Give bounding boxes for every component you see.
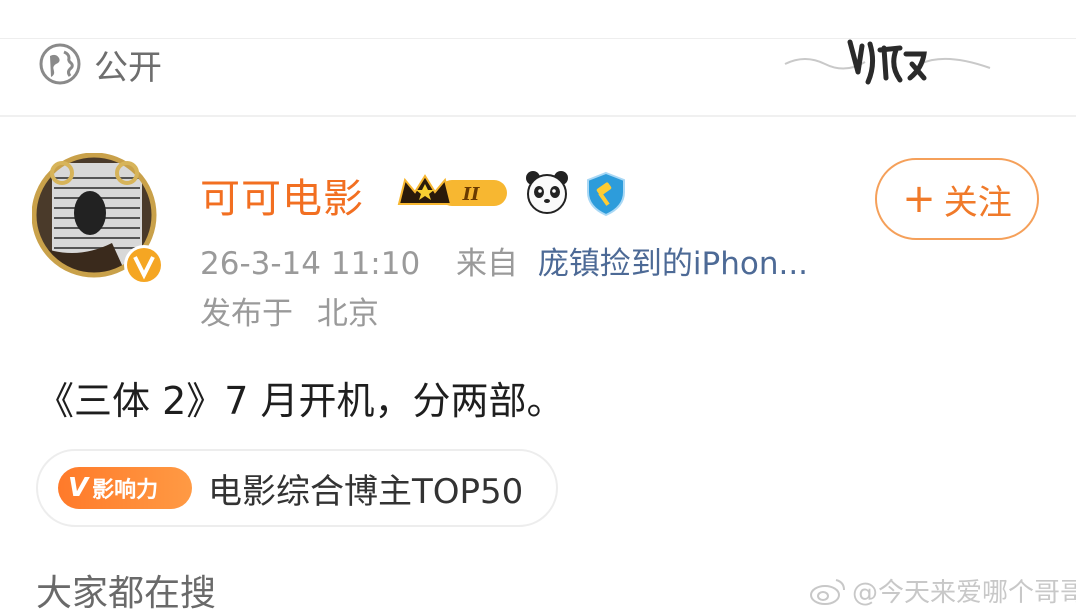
influence-tag-label: 电影综合博主TOP50 [208, 471, 524, 512]
influence-badge-text: 影响力 [92, 478, 159, 503]
post-meta: 26-3-14 11:10 来自 庞镇捡到的iPhon... [200, 238, 808, 283]
weibo-logo-icon [810, 578, 845, 605]
verified-shield-icon [587, 171, 625, 217]
post-location: 发布于 北京 [200, 288, 379, 333]
location-prefix: 发布于 [200, 296, 293, 332]
panda-icon [526, 171, 568, 214]
member-crown-icon: II [397, 174, 507, 206]
influence-badge: V 影响力 [58, 467, 192, 509]
decorative-calligraphy-icon [784, 39, 991, 85]
v-icon: V [68, 473, 89, 503]
level-badge-text: II [462, 184, 480, 205]
avatar[interactable] [32, 153, 166, 287]
trending-search-title: 大家都在搜 [36, 573, 217, 614]
source-device-link[interactable]: 庞镇捡到的iPhon... [538, 246, 808, 282]
location-place: 北京 [316, 296, 379, 332]
follow-label: 关注 [943, 182, 1012, 223]
privacy-label: 公开 [94, 47, 162, 88]
watermark-text: @今天来爱哪个哥哥 [852, 578, 1076, 608]
source-prefix: 来自 [456, 246, 519, 282]
watermark: @今天来爱哪个哥哥 [808, 572, 1076, 609]
plus-icon: + [902, 176, 936, 222]
post-time: 26-3-14 11:10 [200, 246, 421, 282]
influence-tag[interactable]: V 影响力 电影综合博主TOP50 [36, 449, 558, 527]
follow-button[interactable]: + 关注 [875, 158, 1039, 240]
privacy-setting[interactable]: 公开 [38, 40, 162, 88]
author-name[interactable]: 可可电影 [200, 166, 364, 224]
post-content[interactable]: 《三体 2》7 月开机，分两部。 [36, 370, 565, 425]
globe-icon [39, 43, 81, 85]
divider [0, 115, 1076, 117]
